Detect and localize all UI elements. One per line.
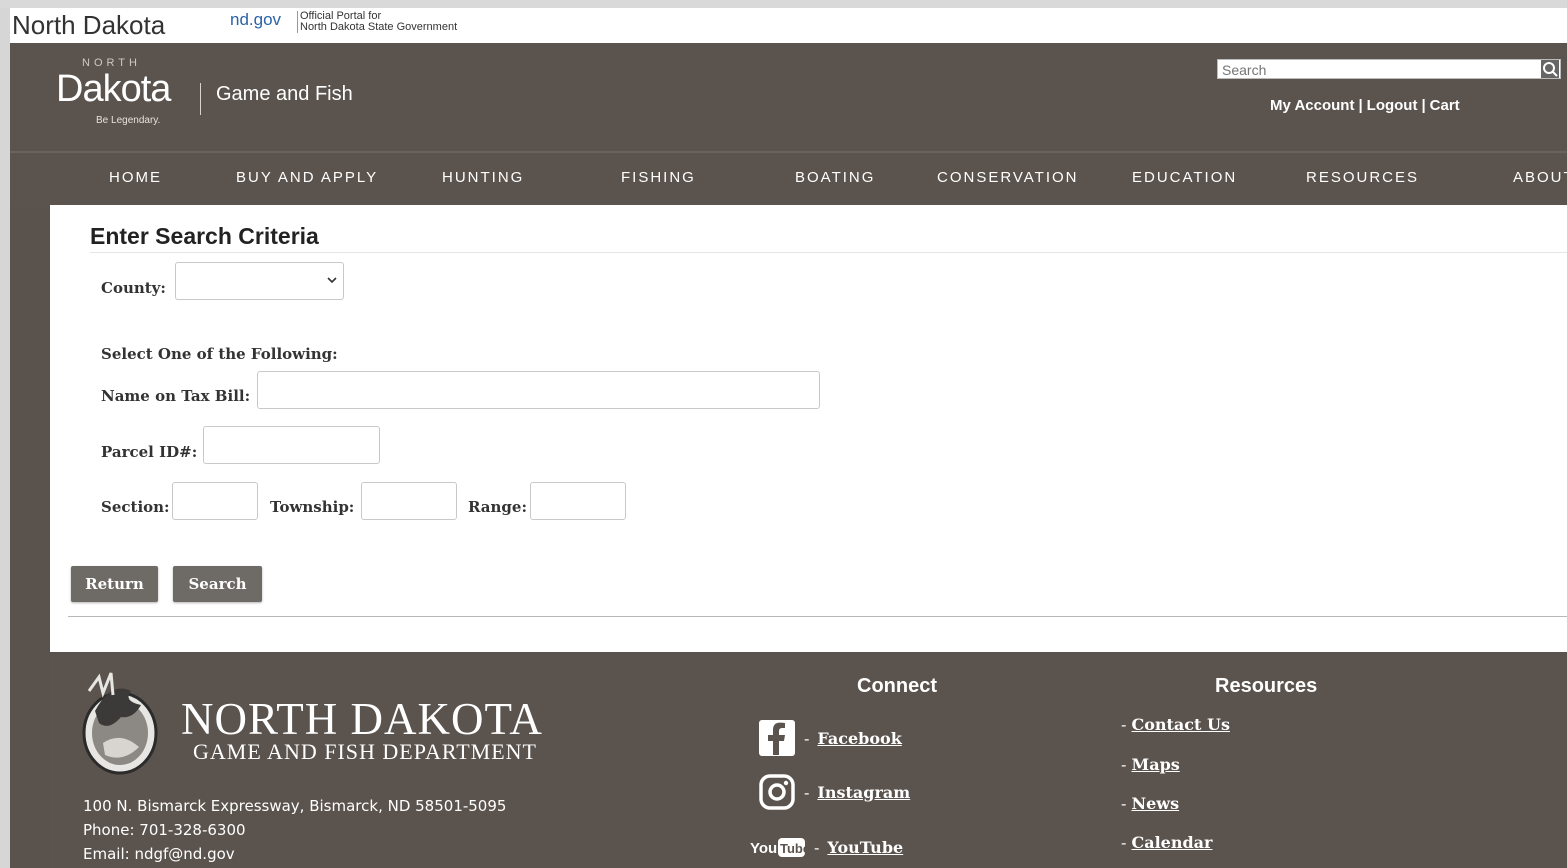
instagram-dash: - [804, 782, 810, 802]
site-search [1217, 59, 1561, 79]
brand-divider [200, 83, 201, 115]
title-divider [90, 252, 1567, 253]
site-header: NORTH Dakota Be Legendary. Game and Fish… [10, 43, 1567, 151]
nav-home[interactable]: HOME [109, 169, 162, 186]
connect-heading: Connect [857, 675, 937, 697]
nav-hunting[interactable]: HUNTING [442, 169, 524, 186]
instagram-link[interactable]: Instagram [817, 783, 910, 802]
search-form-panel: Enter Search Criteria County: Select One… [50, 205, 1567, 652]
county-label: County: [101, 279, 166, 297]
footer-phone: Phone: 701-328-6300 [83, 821, 246, 839]
parcel-id-input[interactable] [203, 426, 380, 464]
brand-dakota-logo[interactable]: Dakota [56, 68, 171, 111]
nav-conservation[interactable]: CONSERVATION [937, 169, 1079, 186]
resource-item: - Maps [1121, 755, 1180, 774]
nav-about[interactable]: ABOUT [1513, 169, 1567, 186]
nav-buy-and-apply[interactable]: BUY AND APPLY [236, 169, 378, 186]
resource-item: - Contact Us [1121, 715, 1230, 734]
section-input[interactable] [172, 482, 258, 520]
site-search-input[interactable] [1218, 62, 1538, 78]
link-separator: | [1358, 97, 1363, 114]
county-select[interactable] [175, 262, 344, 300]
facebook-dash: - [804, 728, 810, 748]
page-title: Enter Search Criteria [90, 223, 319, 249]
facebook-link[interactable]: Facebook [817, 729, 901, 748]
nav-education[interactable]: EDUCATION [1132, 169, 1237, 186]
social-facebook: - Facebook [758, 719, 902, 757]
main-navigation: HOME BUY AND APPLY HUNTING FISHING BOATI… [10, 151, 1567, 207]
footer-address: 100 N. Bismarck Expressway, Bismarck, ND… [83, 797, 507, 815]
resource-item: - News [1121, 794, 1179, 813]
brand-tagline: Be Legendary. [96, 115, 161, 126]
left-gutter [0, 0, 10, 868]
game-and-fish-emblem-icon [82, 672, 158, 775]
search-button[interactable]: Search [173, 566, 262, 602]
name-on-tax-bill-input[interactable] [257, 371, 820, 409]
nav-fishing[interactable]: FISHING [621, 169, 696, 186]
youtube-link[interactable]: YouTube [827, 838, 903, 857]
svg-text:You: You [750, 840, 777, 857]
search-icon[interactable] [1541, 60, 1559, 78]
range-label: Range: [468, 498, 528, 516]
parcel-id-label: Parcel ID#: [101, 443, 198, 461]
resource-item: - Calendar [1121, 833, 1212, 852]
ndgov-link[interactable]: nd.gov [230, 10, 281, 30]
youtube-icon[interactable]: You Tube [750, 835, 806, 859]
resource-dash: - [1121, 755, 1127, 774]
news-link[interactable]: News [1132, 794, 1180, 813]
chevron-down-icon [327, 277, 337, 284]
return-button[interactable]: Return [71, 566, 158, 602]
facebook-icon[interactable] [758, 719, 796, 757]
name-on-tax-bill-label: Name on Tax Bill: [101, 387, 251, 405]
logout-link[interactable]: Logout [1367, 97, 1418, 114]
link-separator: | [1421, 97, 1426, 114]
contact-us-link[interactable]: Contact Us [1132, 715, 1230, 734]
social-instagram: - Instagram [758, 773, 910, 811]
calendar-link[interactable]: Calendar [1132, 833, 1213, 852]
township-label: Township: [270, 498, 355, 516]
my-account-link[interactable]: My Account [1270, 97, 1354, 114]
department-name[interactable]: Game and Fish [216, 83, 353, 106]
youtube-dash: - [814, 837, 820, 857]
social-youtube: You Tube - YouTube [750, 835, 903, 859]
maps-link[interactable]: Maps [1132, 755, 1180, 774]
section-label: Section: [101, 498, 170, 516]
portal-site-name[interactable]: North Dakota [12, 10, 165, 41]
instagram-icon[interactable] [758, 773, 796, 811]
account-links: My Account | Logout | Cart [1268, 97, 1462, 114]
portal-description: Official Portal for North Dakota State G… [297, 11, 457, 33]
footer-logo-subtitle: GAME AND FISH DEPARTMENT [193, 739, 537, 764]
cart-link[interactable]: Cart [1430, 97, 1460, 114]
footer-logo-title: NORTH DAKOTA [181, 694, 543, 744]
resource-dash: - [1121, 715, 1127, 734]
select-one-heading: Select One of the Following: [101, 345, 338, 363]
form-bottom-divider [68, 616, 1567, 617]
nd-portal-strip: North Dakota nd.gov Official Portal for … [10, 8, 1567, 43]
range-input[interactable] [530, 482, 626, 520]
township-input[interactable] [361, 482, 457, 520]
nav-boating[interactable]: BOATING [795, 169, 875, 186]
resource-dash: - [1121, 794, 1127, 813]
svg-text:Tube: Tube [780, 841, 806, 856]
footer-email: Email: ndgf@nd.gov [83, 845, 235, 863]
resources-heading: Resources [1215, 675, 1318, 697]
site-footer: NORTH DAKOTA GAME AND FISH DEPARTMENT 10… [50, 655, 1567, 868]
resource-dash: - [1121, 833, 1127, 852]
portal-line-2: North Dakota State Government [300, 21, 458, 33]
top-margin [0, 0, 1567, 8]
nav-resources[interactable]: RESOURCES [1306, 169, 1419, 186]
